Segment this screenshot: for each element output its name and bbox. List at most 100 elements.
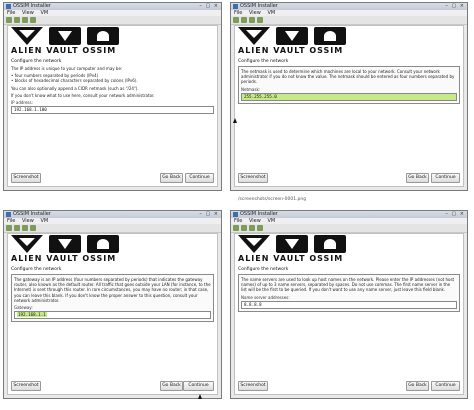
pause-icon[interactable] [241, 17, 247, 23]
installer-content: ALIEN VAULT OSSIM Configure the network … [234, 25, 464, 187]
window-title: OSSIM Installer [13, 211, 51, 217]
logo: ALIEN VAULT OSSIM [238, 27, 348, 55]
go-back-button[interactable]: Go Back [160, 173, 183, 183]
field-label: Name server addresses: [241, 294, 290, 300]
logo-vault-icon [276, 27, 308, 45]
question-dialog: The gateway is an IP address (four numbe… [11, 274, 214, 323]
snapshot-icon[interactable] [257, 17, 263, 23]
continue-button[interactable]: Continue [183, 381, 214, 391]
description-text: • blocks of hexadecimal characters separ… [11, 78, 138, 84]
logo-vault-icon [49, 27, 81, 45]
screenshot-button[interactable]: Screenshot [238, 381, 268, 391]
title-bar: OSSIM Installer – ▢ × [231, 211, 467, 218]
pause-icon[interactable] [14, 225, 20, 231]
brand-name: ALIEN VAULT OSSIM [11, 254, 117, 263]
window-title: OSSIM Installer [240, 211, 278, 217]
logo-triangle-icon [11, 27, 43, 45]
title-bar: OSSIM Installer – ▢ × [4, 3, 221, 10]
window-controls[interactable]: – ▢ × [199, 4, 219, 9]
power-icon[interactable] [6, 225, 12, 231]
continue-button[interactable]: Continue [431, 173, 460, 183]
reset-icon[interactable] [22, 225, 28, 231]
continue-button[interactable]: Continue [185, 173, 214, 183]
reset-icon[interactable] [22, 17, 28, 23]
window-title: OSSIM Installer [240, 3, 278, 9]
window-title: OSSIM Installer [13, 3, 51, 9]
mouse-cursor-icon [233, 118, 237, 123]
power-icon[interactable] [6, 17, 12, 23]
pause-icon[interactable] [14, 17, 20, 23]
snapshot-icon[interactable] [30, 17, 36, 23]
page-title: Configure the network [11, 267, 62, 272]
installer-content: ALIEN VAULT OSSIM Configure the network … [7, 25, 218, 187]
logo-alien-icon [87, 27, 119, 45]
title-bar: OSSIM Installer – ▢ × [231, 3, 467, 10]
app-icon [233, 212, 238, 217]
netmask-input[interactable]: 255.255.255.0 [241, 92, 457, 101]
power-icon[interactable] [233, 225, 239, 231]
installer-content: ALIEN VAULT OSSIM Configure the network … [7, 233, 218, 395]
continue-button[interactable]: Continue [431, 381, 460, 391]
go-back-button[interactable]: Go Back [406, 173, 429, 183]
description-text: The netmask is used to determine which m… [241, 69, 455, 85]
description-text: The IP address is unique to your compute… [11, 66, 123, 71]
title-bar: OSSIM Installer – ▢ × [4, 211, 221, 218]
toolbar [231, 224, 467, 233]
reset-icon[interactable] [249, 17, 255, 23]
description-text: If you don't know what to use here, cons… [11, 92, 155, 98]
screenshot-button[interactable]: Screenshot [11, 381, 41, 391]
brand-name: ALIEN VAULT OSSIM [11, 46, 117, 55]
app-icon [6, 4, 11, 9]
snapshot-icon[interactable] [30, 225, 36, 231]
logo-alien-icon [314, 235, 346, 253]
window-controls[interactable]: – ▢ × [199, 212, 219, 217]
description-text: The name servers are used to look up hos… [241, 277, 455, 293]
snapshot-icon[interactable] [257, 225, 263, 231]
page-title: Configure the network [11, 59, 62, 64]
screenshot-button[interactable]: Screenshot [238, 173, 268, 183]
page-title: Configure the network [238, 267, 289, 272]
power-icon[interactable] [233, 17, 239, 23]
question-dialog: The netmask is used to determine which m… [238, 66, 460, 104]
go-back-button[interactable]: Go Back [160, 381, 183, 391]
app-icon [6, 212, 11, 217]
pause-icon[interactable] [241, 225, 247, 231]
description-panel: The gateway is an IP address (four numbe… [11, 274, 214, 323]
field-label: Gateway: [14, 305, 33, 311]
name-server-input[interactable]: 8.8.8.8 [241, 300, 457, 309]
status-text: /screenshots/screen-0001.png [238, 197, 307, 202]
logo-vault-icon [49, 235, 81, 253]
description-panel: The netmask is used to determine which m… [238, 66, 460, 104]
gateway-value: 192.168.1.1 [17, 312, 47, 318]
description-panel: The name servers are used to look up hos… [238, 274, 460, 312]
logo-vault-icon [276, 235, 308, 253]
mouse-cursor-icon [198, 394, 202, 399]
brand-name: ALIEN VAULT OSSIM [238, 46, 344, 55]
field-label: IP address: [11, 100, 33, 106]
question-dialog: The name servers are used to look up hos… [238, 274, 460, 312]
installer-content: ALIEN VAULT OSSIM Configure the network … [234, 233, 464, 395]
toolbar [4, 224, 221, 233]
gateway-input[interactable]: 192.168.1.1 [14, 311, 211, 320]
page-title: Configure the network [238, 59, 289, 64]
logo-triangle-icon [238, 27, 270, 45]
reset-icon[interactable] [249, 225, 255, 231]
installer-window-gateway: OSSIM Installer – ▢ × File View VM ALIEN… [3, 210, 222, 399]
logo: ALIEN VAULT OSSIM [238, 235, 348, 263]
screenshot-button[interactable]: Screenshot [11, 173, 41, 183]
logo-alien-icon [87, 235, 119, 253]
toolbar [231, 16, 467, 25]
installer-window-ip: OSSIM Installer – ▢ × File View VM ALIEN… [3, 2, 222, 191]
logo: ALIEN VAULT OSSIM [11, 27, 121, 55]
installer-window-nameserver: OSSIM Installer – ▢ × File View VM ALIEN… [230, 210, 468, 399]
description-text: You can also optionally append a CIDR ne… [11, 85, 139, 91]
logo: ALIEN VAULT OSSIM [11, 235, 121, 263]
go-back-button[interactable]: Go Back [406, 381, 429, 391]
toolbar [4, 16, 221, 25]
window-controls[interactable]: – ▢ × [445, 212, 465, 217]
logo-alien-icon [314, 27, 346, 45]
logo-triangle-icon [11, 235, 43, 253]
logo-triangle-icon [238, 235, 270, 253]
ip-address-input[interactable]: 192.168.1.100 [11, 106, 214, 115]
window-controls[interactable]: – ▢ × [445, 4, 465, 9]
